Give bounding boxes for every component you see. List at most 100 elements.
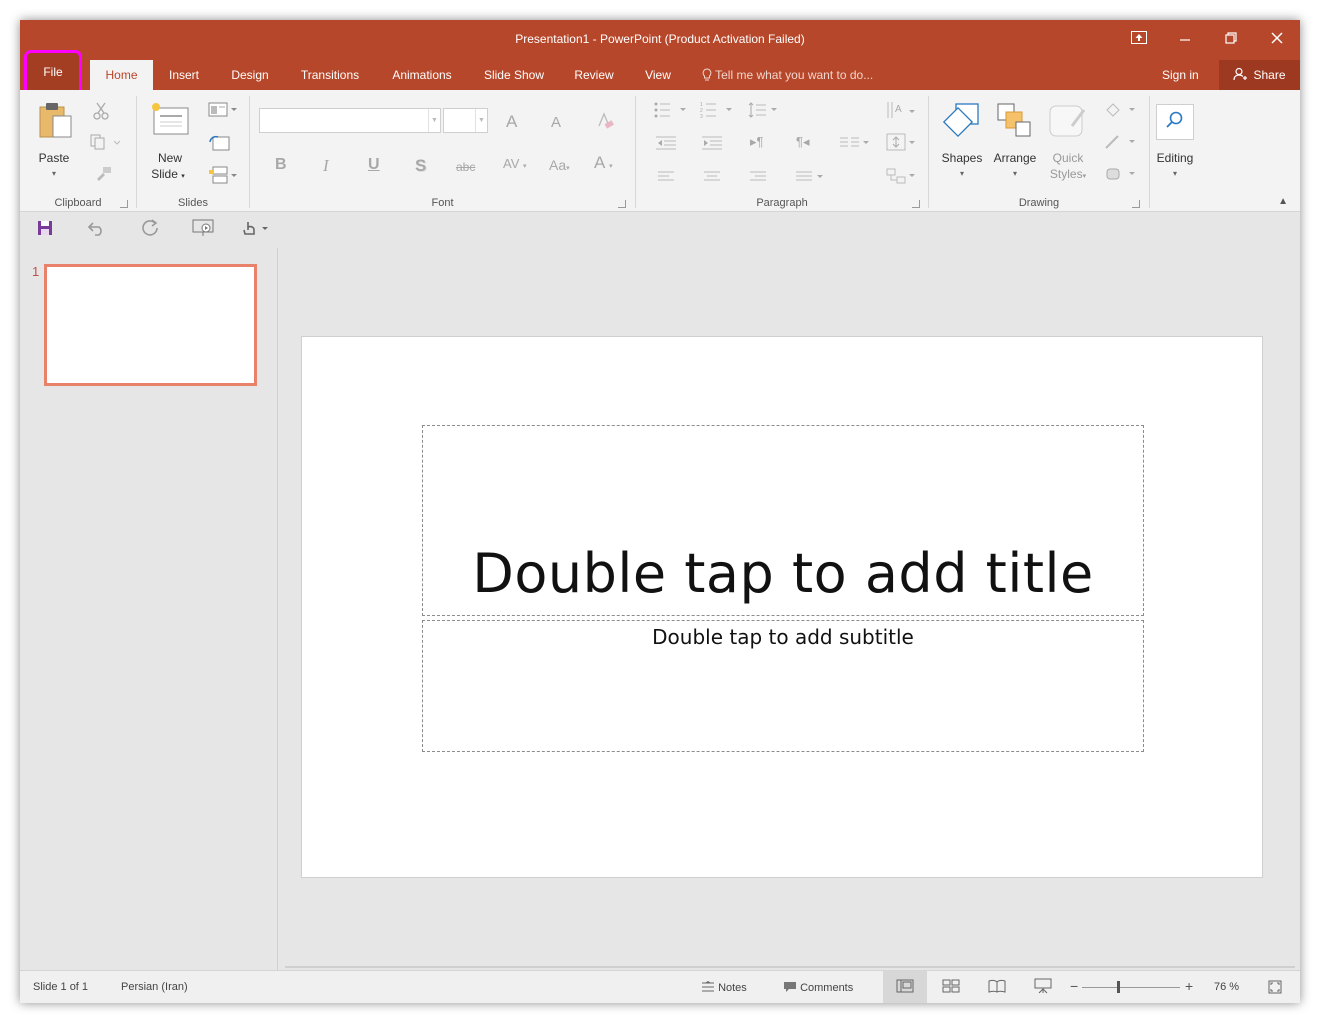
editing-button[interactable]: Editing ▾ <box>1154 98 1196 182</box>
tab-home[interactable]: Home <box>90 60 153 90</box>
align-right-icon[interactable] <box>750 170 766 188</box>
close-button[interactable] <box>1254 20 1300 60</box>
justify-icon[interactable] <box>796 170 824 188</box>
text-direction-icon[interactable]: A <box>886 100 916 125</box>
save-button[interactable] <box>32 218 58 242</box>
clear-formatting-icon[interactable] <box>596 112 614 135</box>
font-size-dropdown[interactable]: ▼ <box>475 109 487 132</box>
zoom-out-button[interactable]: − <box>1070 978 1078 994</box>
notes-button[interactable]: Notes <box>701 981 747 994</box>
reading-view-button[interactable] <box>975 971 1019 1003</box>
columns-icon[interactable] <box>840 136 870 155</box>
shape-effects-icon[interactable] <box>1104 166 1136 187</box>
font-size-combo[interactable]: ▼ <box>443 108 488 133</box>
share-button[interactable]: Share <box>1219 60 1300 90</box>
character-spacing-button[interactable]: AV ▾ <box>503 156 527 171</box>
tab-design[interactable]: Design <box>222 60 278 90</box>
font-name-dropdown[interactable]: ▼ <box>428 109 440 132</box>
cut-icon[interactable] <box>92 102 110 125</box>
italic-button[interactable]: I <box>323 156 329 176</box>
paste-label: Paste <box>38 151 70 165</box>
strikethrough-button[interactable]: abc <box>456 160 475 174</box>
fit-slide-button[interactable] <box>1268 980 1282 997</box>
shape-fill-icon[interactable] <box>1104 102 1136 123</box>
slide-sorter-icon <box>942 979 960 996</box>
paragraph-launcher[interactable] <box>912 200 920 208</box>
numbering-icon[interactable]: 123 <box>700 102 732 123</box>
new-slide-label-1: New <box>157 151 182 165</box>
slide-show-view-button[interactable] <box>1021 971 1065 1003</box>
drawing-launcher[interactable] <box>1132 200 1140 208</box>
editing-icon-frame <box>1156 104 1194 140</box>
tab-review[interactable]: Review <box>566 60 622 90</box>
tab-animations[interactable]: Animations <box>382 60 462 90</box>
font-launcher[interactable] <box>618 200 626 208</box>
maximize-button[interactable] <box>1208 20 1254 60</box>
smartart-icon[interactable] <box>886 168 916 189</box>
title-placeholder[interactable]: Double tap to add title <box>422 425 1144 616</box>
title-placeholder-text: Double tap to add title <box>472 542 1094 605</box>
horizontal-scrollbar[interactable] <box>285 966 1295 968</box>
undo-button[interactable] <box>84 218 110 242</box>
comment-icon <box>783 982 797 994</box>
increase-indent-icon[interactable] <box>702 136 722 155</box>
zoom-slider[interactable] <box>1082 987 1180 988</box>
format-painter-icon[interactable] <box>94 166 112 187</box>
tab-insert[interactable]: Insert <box>160 60 208 90</box>
ltr-direction-button[interactable]: ▸¶ <box>750 134 764 150</box>
grow-font-button[interactable]: A <box>506 112 517 132</box>
arrange-button[interactable]: Arrange ▾ <box>990 98 1040 182</box>
slide-canvas[interactable]: Double tap to add title Double tap to ad… <box>301 336 1263 878</box>
line-spacing-icon[interactable] <box>748 102 778 123</box>
editing-dropdown-arrow: ▾ <box>1172 169 1177 178</box>
quick-styles-button[interactable]: Quick Styles▾ <box>1042 98 1094 182</box>
text-shadow-button[interactable]: S <box>415 156 426 176</box>
ribbon-display-options-button[interactable] <box>1116 20 1162 60</box>
clipboard-launcher[interactable] <box>120 200 128 208</box>
bold-button[interactable]: B <box>275 156 287 174</box>
language-indicator[interactable]: Persian (Iran) <box>121 981 188 993</box>
zoom-level[interactable]: 76 % <box>1214 981 1239 993</box>
tab-transitions[interactable]: Transitions <box>292 60 368 90</box>
align-left-icon[interactable] <box>658 170 674 188</box>
touch-mode-button[interactable] <box>240 218 274 242</box>
sign-in-link[interactable]: Sign in <box>1162 60 1199 90</box>
layout-icon[interactable] <box>208 102 238 123</box>
copy-icon[interactable] <box>90 134 121 155</box>
tab-slide-show[interactable]: Slide Show <box>476 60 552 90</box>
align-center-icon[interactable] <box>704 170 720 188</box>
ribbon-tabs: Home Insert Design Transitions Animation… <box>20 60 1300 90</box>
new-slide-button[interactable]: New Slide ▾ <box>144 98 196 182</box>
align-text-icon[interactable] <box>886 132 916 157</box>
reset-icon[interactable] <box>208 134 230 157</box>
shapes-button[interactable]: Shapes ▾ <box>938 98 986 182</box>
slide-sorter-view-button[interactable] <box>929 971 973 1003</box>
slide-thumbnail[interactable] <box>44 264 257 386</box>
subtitle-placeholder[interactable]: Double tap to add subtitle <box>422 620 1144 752</box>
zoom-in-button[interactable]: + <box>1185 978 1193 994</box>
notes-icon <box>701 981 715 994</box>
change-case-button[interactable]: Aa▾ <box>549 157 570 173</box>
arrange-dropdown-arrow: ▾ <box>1012 169 1017 178</box>
change-case-label: Aa <box>549 157 567 173</box>
section-icon[interactable] <box>208 166 238 189</box>
rtl-direction-button[interactable]: ¶◂ <box>796 134 810 150</box>
decrease-indent-icon[interactable] <box>656 136 676 155</box>
collapse-ribbon-button[interactable]: ▲ <box>1278 196 1288 207</box>
redo-button[interactable] <box>138 218 164 242</box>
underline-button[interactable]: U <box>368 156 380 174</box>
shape-outline-icon[interactable] <box>1104 134 1136 155</box>
start-from-beginning-button[interactable] <box>190 218 216 242</box>
shrink-font-button[interactable]: A <box>551 114 561 131</box>
zoom-slider-thumb[interactable] <box>1117 981 1120 993</box>
minimize-button[interactable] <box>1162 20 1208 60</box>
tab-view[interactable]: View <box>636 60 680 90</box>
paste-button[interactable]: Paste ▾ <box>30 98 78 182</box>
font-color-button[interactable]: A ▾ <box>594 153 613 173</box>
bullets-icon[interactable] <box>654 102 686 123</box>
comments-button[interactable]: Comments <box>783 981 853 994</box>
font-name-combo[interactable]: ▼ <box>259 108 441 133</box>
normal-view-button[interactable] <box>883 971 927 1003</box>
tell-me-box[interactable]: Tell me what you want to do... <box>702 60 873 90</box>
lightbulb-icon <box>702 68 715 82</box>
